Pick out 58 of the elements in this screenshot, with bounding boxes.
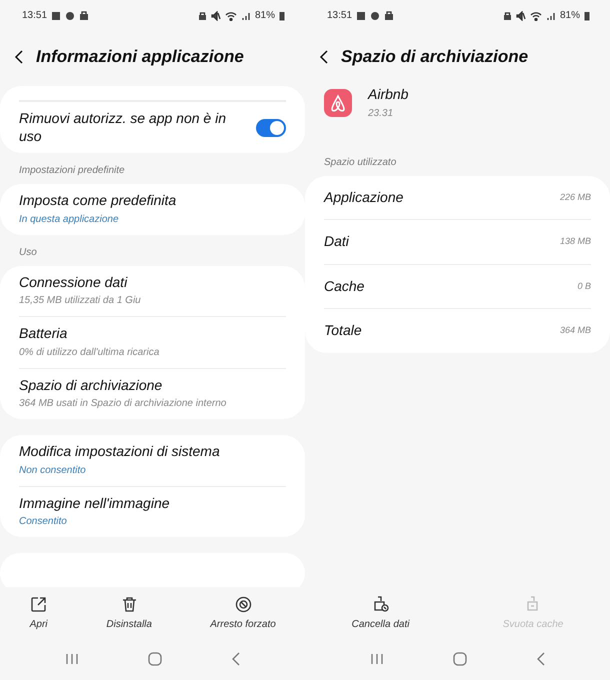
storage-size: 0 B [577,280,591,292]
battery-percent: 81% [560,9,580,23]
setting-title: Imposta come predefinita [19,192,178,210]
battery-icon [584,10,590,20]
section-header: Spazio utilizzato [323,156,398,170]
force-stop-button[interactable]: Arresto forzato [206,593,280,634]
storage-label: Applicazione [324,188,404,206]
status-time: 13:51 [22,9,48,23]
recent-apps-icon[interactable] [64,653,78,665]
setting-value: Consentito [19,515,68,529]
storage-label: Totale [324,322,363,340]
lock-icon [198,10,207,20]
section-header: Impostazioni predefinite [18,164,126,178]
setting-value: In questa applicazione [19,212,120,226]
bag-icon [384,10,394,20]
storage-label: Dati [324,233,350,250]
battery-percent: 81% [254,9,275,23]
setting-title: Connessione dati [19,274,128,291]
home-icon[interactable] [148,652,162,666]
back-icon[interactable] [14,49,24,65]
mute-icon [210,10,221,20]
storage-size: 138 MB [560,235,591,248]
storage-label: Cache [324,278,366,295]
section-header: Uso [18,246,38,260]
setting-value: 15,35 MB utilizzati da 1 Giu [19,294,142,308]
setting-value: 364 MB usati in Spazio di archiviazione interno [19,397,228,411]
wifi-icon [530,10,542,20]
setting-title: Batteria [19,325,68,342]
mute-icon [516,10,526,20]
wifi-icon [224,10,237,20]
setting-title: Modifica impostazioni di sistema [19,443,221,460]
app-version: 23.31 [368,106,394,120]
setting-title: Immagine nell'immagine [19,494,171,512]
signal-icon [240,10,251,20]
status-time: 13:51 [327,9,352,23]
open-button[interactable]: Apri [25,593,52,634]
setting-title: Rimuovi autorizz. se app non è in uso [19,110,227,145]
app-icon [324,89,352,118]
setting-value: 0% di utilizzo dall'ultima ricarica [19,346,160,360]
lock-icon [502,10,512,20]
toggle-switch[interactable] [256,118,286,136]
screen-title: Informazioni applicazione [36,46,244,68]
clear-data-button[interactable]: Cancella dati [348,593,414,634]
setting-value: Non consentito [19,464,87,478]
signal-icon [546,10,556,20]
recent-apps-icon[interactable] [370,653,384,665]
back-icon[interactable] [319,49,329,65]
bag-icon [79,10,90,20]
storage-size: 226 MB [560,190,591,204]
screen-title: Spazio di archiviazione [341,46,528,68]
home-icon[interactable] [452,652,466,666]
app-name: Airbnb [368,86,408,104]
battery-icon [279,10,285,20]
uninstall-button[interactable]: Disinstalla [102,593,156,634]
setting-title: Spazio di archiviazione [19,376,164,394]
storage-size: 364 MB [560,324,591,337]
open-external-icon [29,595,48,614]
stop-icon [234,595,253,614]
